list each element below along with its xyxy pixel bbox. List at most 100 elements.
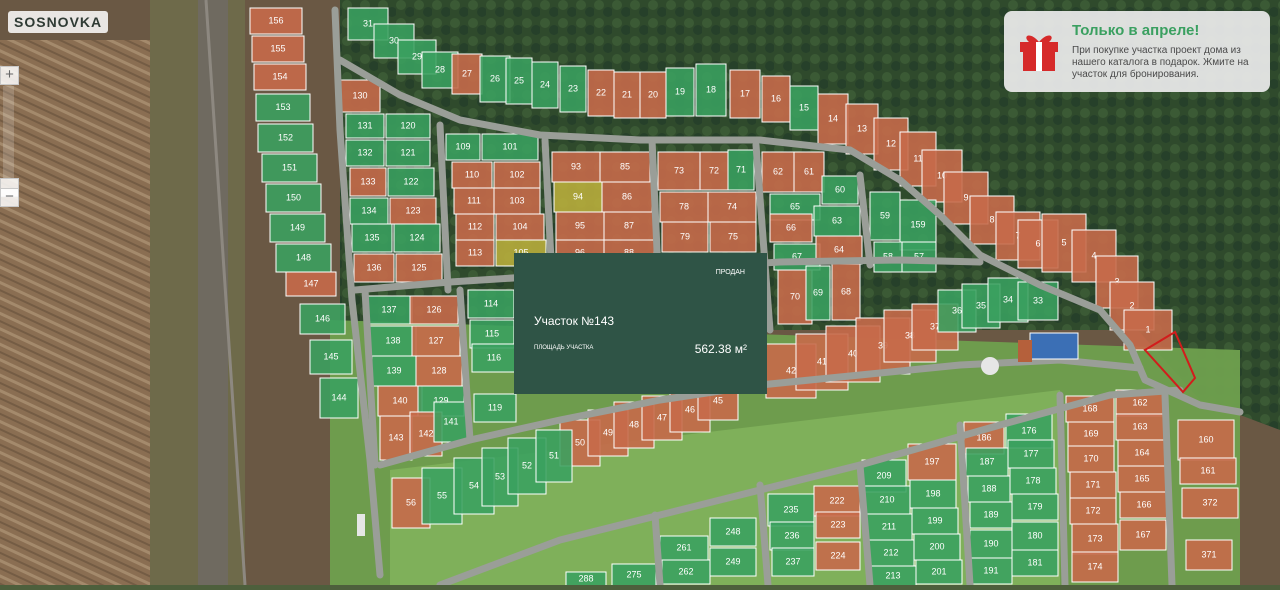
plot-15[interactable]: 15 xyxy=(789,85,819,131)
plot-372[interactable]: 372 xyxy=(1181,487,1239,519)
plot-199[interactable]: 199 xyxy=(911,507,959,535)
plot-139[interactable]: 139 xyxy=(371,355,417,387)
plot-178[interactable]: 178 xyxy=(1009,467,1057,495)
plot-109[interactable]: 109 xyxy=(445,133,481,161)
plot-152[interactable]: 152 xyxy=(257,123,314,153)
plot-160[interactable]: 160 xyxy=(1177,419,1235,461)
plot-262[interactable]: 262 xyxy=(661,559,711,585)
plot-371[interactable]: 371 xyxy=(1185,539,1233,571)
plot-71[interactable]: 71 xyxy=(727,149,755,191)
plot-149[interactable]: 149 xyxy=(269,213,326,243)
plot-163[interactable]: 163 xyxy=(1115,413,1165,441)
plot-125[interactable]: 125 xyxy=(395,253,443,283)
promo-banner[interactable]: Только в апреле! При покупке участка про… xyxy=(1004,11,1270,92)
plot-212[interactable]: 212 xyxy=(867,539,915,567)
plot-102[interactable]: 102 xyxy=(493,161,541,189)
plot-275[interactable]: 275 xyxy=(611,563,657,587)
plot-198[interactable]: 198 xyxy=(909,479,957,509)
plot-154[interactable]: 154 xyxy=(253,63,307,91)
plot-165[interactable]: 165 xyxy=(1117,465,1167,493)
plot-14[interactable]: 14 xyxy=(817,93,849,145)
plot-201[interactable]: 201 xyxy=(915,559,963,585)
plot-224[interactable]: 224 xyxy=(815,541,861,571)
plot-136[interactable]: 136 xyxy=(353,253,395,283)
plot-104[interactable]: 104 xyxy=(495,213,545,241)
plot-110[interactable]: 110 xyxy=(451,161,493,189)
plot-213[interactable]: 213 xyxy=(869,565,917,587)
plot-151[interactable]: 151 xyxy=(261,153,318,183)
plot-179[interactable]: 179 xyxy=(1011,493,1059,521)
plot-174[interactable]: 174 xyxy=(1071,551,1119,583)
plot-127[interactable]: 127 xyxy=(411,325,461,357)
plot-124[interactable]: 124 xyxy=(393,223,441,253)
plot-223[interactable]: 223 xyxy=(815,511,861,539)
plot-145[interactable]: 145 xyxy=(309,339,353,375)
plot-135[interactable]: 135 xyxy=(351,223,393,253)
plot-63[interactable]: 63 xyxy=(813,205,861,237)
plot-114[interactable]: 114 xyxy=(467,289,515,319)
plot-172[interactable]: 172 xyxy=(1069,497,1117,525)
plot-93[interactable]: 93 xyxy=(551,151,601,183)
plot-156[interactable]: 156 xyxy=(249,7,303,35)
plot-59[interactable]: 59 xyxy=(869,191,901,241)
plot-121[interactable]: 121 xyxy=(385,139,431,167)
plot-169[interactable]: 169 xyxy=(1067,421,1115,447)
plot-60[interactable]: 60 xyxy=(821,175,859,205)
plot-111[interactable]: 111 xyxy=(453,187,495,215)
plot-181[interactable]: 181 xyxy=(1011,549,1059,577)
plot-146[interactable]: 146 xyxy=(299,303,346,335)
plot-150[interactable]: 150 xyxy=(265,183,322,213)
plot-248[interactable]: 248 xyxy=(709,517,757,547)
zoom-slider-track[interactable] xyxy=(3,86,14,178)
plot-122[interactable]: 122 xyxy=(387,167,435,197)
plot-24[interactable]: 24 xyxy=(531,61,559,109)
plot-85[interactable]: 85 xyxy=(599,151,651,183)
plot-73[interactable]: 73 xyxy=(657,151,701,191)
plot-120[interactable]: 120 xyxy=(385,113,431,139)
plot-161[interactable]: 161 xyxy=(1179,457,1237,485)
plot-153[interactable]: 153 xyxy=(255,93,311,122)
plot-126[interactable]: 126 xyxy=(409,295,459,325)
plot-144[interactable]: 144 xyxy=(319,377,359,419)
plot-17[interactable]: 17 xyxy=(729,69,761,119)
plot-132[interactable]: 132 xyxy=(345,139,385,167)
plot-173[interactable]: 173 xyxy=(1071,523,1119,555)
plot-72[interactable]: 72 xyxy=(699,151,729,191)
plot-75[interactable]: 75 xyxy=(709,221,757,253)
plot-94[interactable]: 94 xyxy=(553,181,603,213)
plot-62[interactable]: 62 xyxy=(761,151,795,193)
plot-69[interactable]: 69 xyxy=(805,265,831,321)
plot-116[interactable]: 116 xyxy=(471,343,517,373)
plot-171[interactable]: 171 xyxy=(1069,471,1117,499)
plot-190[interactable]: 190 xyxy=(969,529,1013,559)
plot-180[interactable]: 180 xyxy=(1011,521,1059,551)
plot-155[interactable]: 155 xyxy=(251,35,305,63)
zoom-in-button[interactable]: + xyxy=(0,66,19,85)
plot-68[interactable]: 68 xyxy=(831,263,861,321)
plot-25[interactable]: 25 xyxy=(505,57,533,105)
plot-66[interactable]: 66 xyxy=(769,213,813,243)
plot-148[interactable]: 148 xyxy=(275,243,332,273)
plot-177[interactable]: 177 xyxy=(1007,439,1055,469)
plot-138[interactable]: 138 xyxy=(369,325,417,357)
plot-249[interactable]: 249 xyxy=(709,547,757,577)
plot-164[interactable]: 164 xyxy=(1117,439,1167,467)
plot-61[interactable]: 61 xyxy=(793,151,825,193)
plot-95[interactable]: 95 xyxy=(555,211,605,241)
plot-130[interactable]: 130 xyxy=(339,79,381,113)
plot-170[interactable]: 170 xyxy=(1067,445,1115,473)
plot-147[interactable]: 147 xyxy=(285,271,337,297)
plot-187[interactable]: 187 xyxy=(965,447,1009,477)
plot-210[interactable]: 210 xyxy=(863,485,911,515)
plot-167[interactable]: 167 xyxy=(1119,519,1167,551)
plot-86[interactable]: 86 xyxy=(601,181,653,213)
plot-211[interactable]: 211 xyxy=(865,513,913,541)
plot-288[interactable]: 288 xyxy=(565,571,607,587)
plot-133[interactable]: 133 xyxy=(349,167,387,197)
plot-137[interactable]: 137 xyxy=(365,295,413,325)
plot-143[interactable]: 143 xyxy=(379,415,413,461)
plot-78[interactable]: 78 xyxy=(659,191,709,223)
plot-74[interactable]: 74 xyxy=(707,191,757,223)
plot-51[interactable]: 51 xyxy=(535,429,573,483)
plot-20[interactable]: 20 xyxy=(639,71,667,119)
